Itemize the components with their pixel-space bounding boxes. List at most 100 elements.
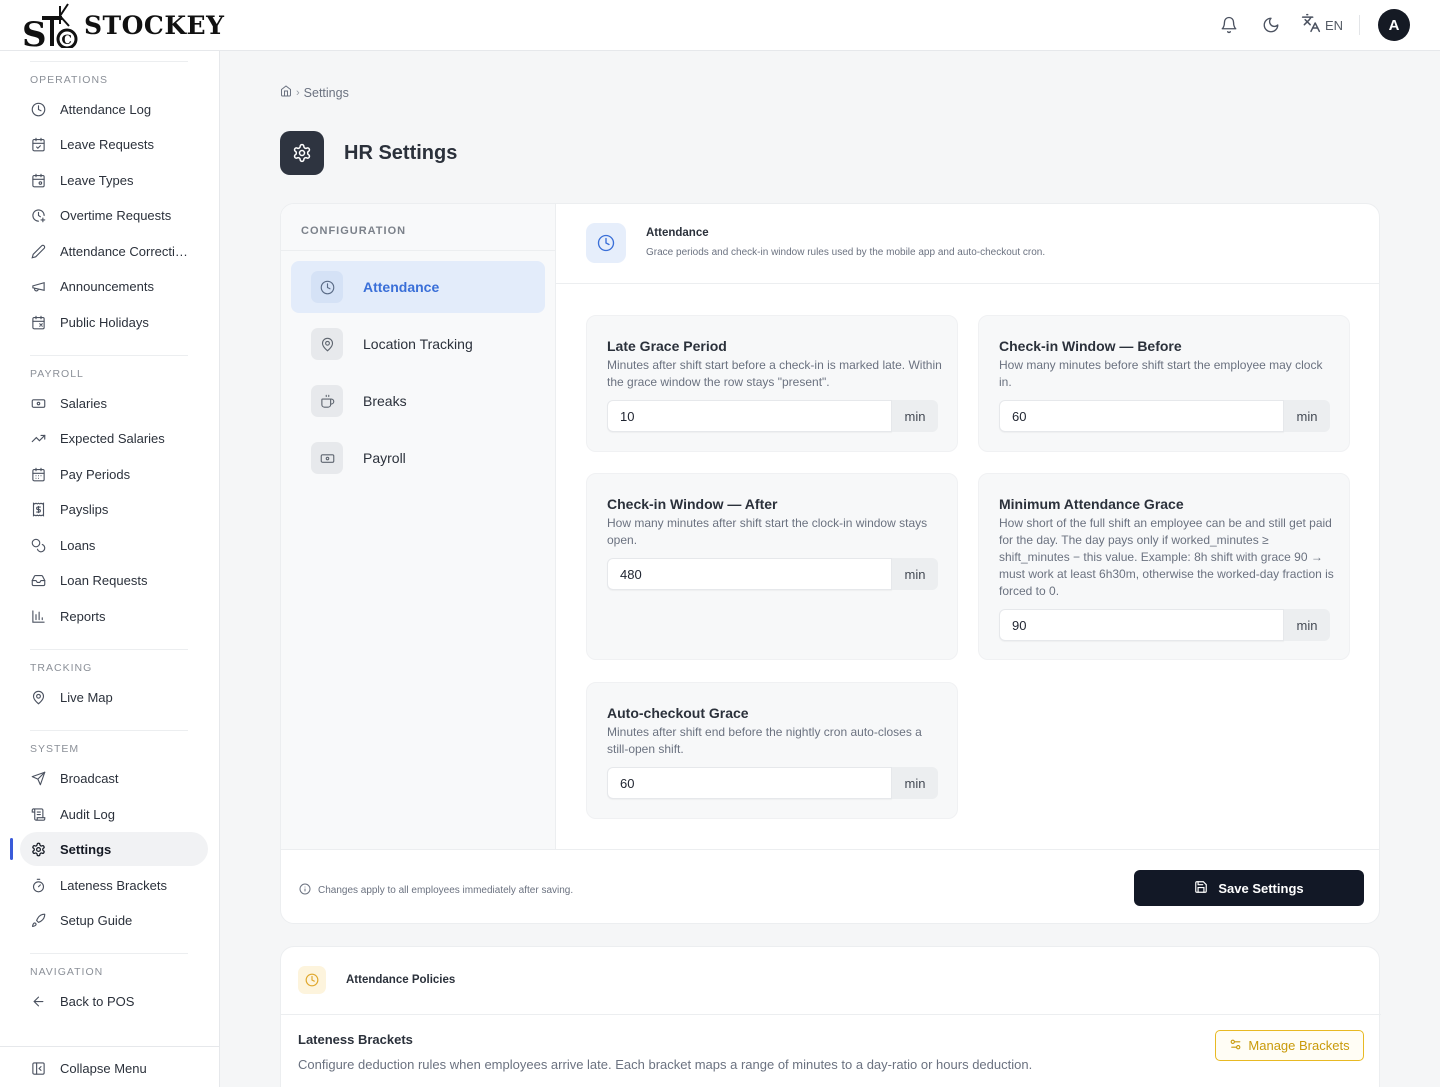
sidebar-item-broadcast[interactable]: Broadcast xyxy=(20,761,208,795)
pencil-icon xyxy=(30,243,46,259)
unit-label: min xyxy=(1284,400,1330,432)
section-label-system: SYSTEM xyxy=(30,743,80,755)
gear-icon xyxy=(30,841,46,857)
chevron-right-icon: › xyxy=(296,86,300,99)
panel-title: Attendance xyxy=(646,227,709,239)
field-input-group: 60 min xyxy=(999,400,1330,432)
manage-brackets-button[interactable]: Manage Brackets xyxy=(1215,1030,1364,1061)
config-tab-payroll[interactable]: Payroll xyxy=(291,432,545,484)
banknote-icon xyxy=(30,395,46,411)
calendar-check-icon xyxy=(30,136,46,152)
config-tab-label: Attendance xyxy=(363,279,440,295)
field-description: Minutes after shift end before the night… xyxy=(607,725,922,756)
checkin-window-before-input[interactable]: 60 xyxy=(999,400,1284,432)
sidebar-item-expected-salaries[interactable]: Expected Salaries xyxy=(20,421,208,455)
config-tab-breaks[interactable]: Breaks xyxy=(291,375,545,427)
page-title: HR Settings xyxy=(344,141,458,164)
unit-label: min xyxy=(1284,609,1330,641)
megaphone-icon xyxy=(30,278,46,294)
info-icon xyxy=(299,883,311,898)
user-avatar[interactable]: A xyxy=(1378,9,1410,41)
minimum-attendance-grace-input[interactable]: 90 xyxy=(999,609,1284,641)
field-input-group: 90 min xyxy=(999,609,1330,641)
sidebar-item-label: Expected Salaries xyxy=(60,430,165,446)
sidebar-item-label: Loan Requests xyxy=(60,572,148,588)
field-late-grace-period: Late Grace Period Minutes after shift st… xyxy=(586,315,958,452)
sidebar-item-announcements[interactable]: Announcements xyxy=(20,269,208,303)
sidebar-item-reports[interactable]: Reports xyxy=(20,599,208,633)
clock-alert-icon xyxy=(298,966,326,994)
sidebar-item-loans[interactable]: Loans xyxy=(20,528,208,562)
collapse-menu-label: Collapse Menu xyxy=(60,1060,147,1076)
save-icon xyxy=(1194,880,1208,897)
sidebar-item-label: Attendance Correcti… xyxy=(60,243,188,259)
breadcrumb-current: Settings xyxy=(303,85,349,100)
sidebar-item-lateness-brackets[interactable]: Lateness Brackets xyxy=(20,868,208,902)
sidebar-item-pay-periods[interactable]: Pay Periods xyxy=(20,457,208,491)
config-tab-location-tracking[interactable]: Location Tracking xyxy=(291,318,545,370)
sidebar-item-public-holidays[interactable]: Public Holidays xyxy=(20,305,208,339)
map-pin-icon xyxy=(30,689,46,705)
section-divider xyxy=(30,355,188,356)
divider xyxy=(1359,15,1360,35)
sidebar-item-leave-types[interactable]: Leave Types xyxy=(20,163,208,197)
svg-text:C: C xyxy=(62,33,72,48)
sidebar-item-payslips[interactable]: Payslips xyxy=(20,492,208,526)
active-indicator xyxy=(10,838,13,860)
collapse-bar: Collapse Menu xyxy=(0,1046,219,1087)
unit-label: min xyxy=(892,558,938,590)
sidebar-item-label: Broadcast xyxy=(60,770,119,786)
clock-icon xyxy=(586,223,626,263)
bell-icon[interactable] xyxy=(1213,9,1245,41)
checkin-window-after-input[interactable]: 480 xyxy=(607,558,892,590)
receipt-icon xyxy=(30,501,46,517)
divider xyxy=(281,250,556,251)
section-divider xyxy=(30,649,188,650)
gear-icon xyxy=(280,131,324,175)
field-description: How many minutes before shift start the … xyxy=(999,358,1323,389)
configuration-title: CONFIGURATION xyxy=(301,225,407,237)
sidebar-item-back-to-pos[interactable]: Back to POS xyxy=(20,984,208,1018)
home-icon[interactable] xyxy=(280,85,292,100)
config-tab-attendance[interactable]: Attendance xyxy=(291,261,545,313)
sidebar-item-salaries[interactable]: Salaries xyxy=(20,386,208,420)
sidebar-item-label: Leave Requests xyxy=(60,136,154,152)
scroll-icon xyxy=(30,806,46,822)
sidebar-item-settings[interactable]: Settings xyxy=(20,832,208,866)
language-switcher[interactable]: EN xyxy=(1301,13,1343,38)
footer-note-text: Changes apply to all employees immediate… xyxy=(318,885,574,896)
sidebar-item-label: Back to POS xyxy=(60,993,135,1009)
rocket-icon xyxy=(30,912,46,928)
language-code: EN xyxy=(1324,17,1343,33)
clock-icon xyxy=(311,271,343,303)
field-title: Auto-checkout Grace xyxy=(607,705,749,721)
section-label-navigation: NAVIGATION xyxy=(30,966,104,978)
brand-logo[interactable]: S C STOCKEY xyxy=(22,2,224,55)
sidebar-item-setup-guide[interactable]: Setup Guide xyxy=(20,903,208,937)
sidebar-item-attendance-log[interactable]: Attendance Log xyxy=(20,92,208,126)
section-label-operations: OPERATIONS xyxy=(30,74,109,86)
sidebar-item-audit-log[interactable]: Audit Log xyxy=(20,797,208,831)
sidebar-item-loan-requests[interactable]: Loan Requests xyxy=(20,563,208,597)
sidebar-item-overtime-requests[interactable]: Overtime Requests xyxy=(20,198,208,232)
field-title: Late Grace Period xyxy=(607,338,727,354)
collapse-menu-button[interactable]: Collapse Menu xyxy=(20,1051,208,1085)
logo-mark: S C xyxy=(22,2,82,55)
save-settings-button[interactable]: Save Settings xyxy=(1134,870,1364,906)
sidebar-item-live-map[interactable]: Live Map xyxy=(20,680,208,714)
sidebar-item-attendance-corrections[interactable]: Attendance Correcti… xyxy=(20,234,208,268)
sidebar-item-label: Live Map xyxy=(60,689,113,705)
timer-icon xyxy=(30,877,46,893)
moon-icon[interactable] xyxy=(1255,9,1287,41)
field-input-group: 480 min xyxy=(607,558,938,590)
field-description: How short of the full shift an employee … xyxy=(999,516,1334,598)
field-checkin-window-before: Check-in Window — Before How many minute… xyxy=(978,315,1350,452)
auto-checkout-grace-input[interactable]: 60 xyxy=(607,767,892,799)
sidebar-item-label: Setup Guide xyxy=(60,912,133,928)
late-grace-input[interactable]: 10 xyxy=(607,400,892,432)
field-title: Check-in Window — Before xyxy=(999,338,1182,354)
sidebar-item-leave-requests[interactable]: Leave Requests xyxy=(20,127,208,161)
sidebar-item-label: Overtime Requests xyxy=(60,207,172,223)
section-divider xyxy=(30,953,188,954)
lateness-brackets-description: Configure deduction rules when employees… xyxy=(298,1057,1033,1072)
